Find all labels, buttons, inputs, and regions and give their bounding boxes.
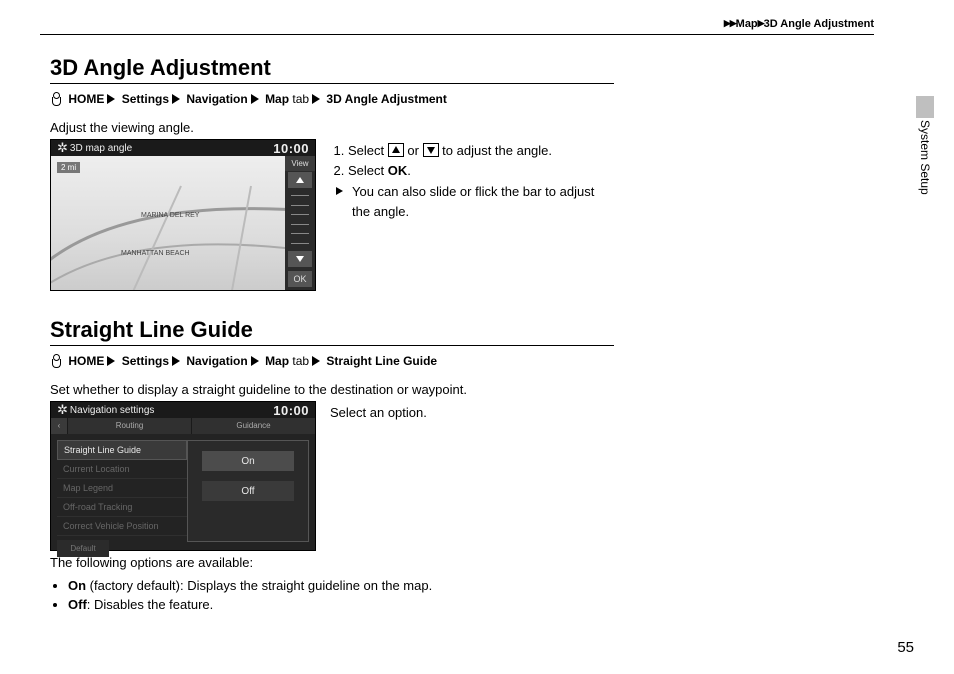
screenshot-title: 3D map angle xyxy=(57,140,132,156)
top-rule xyxy=(40,34,874,35)
map-label-marina: MARINA DEL REY xyxy=(141,212,199,219)
step-2: Select OK. xyxy=(348,161,614,181)
triangle-down-icon xyxy=(423,143,439,157)
view-label: View xyxy=(285,156,315,171)
path-3d-angle: 3D Angle Adjustment xyxy=(326,92,446,106)
angle-slider[interactable] xyxy=(291,191,309,248)
path-settings: Settings xyxy=(122,354,169,368)
ok-button[interactable]: OK xyxy=(288,271,312,287)
select-option-text: Select an option. xyxy=(330,403,427,423)
screenshot-navigation-settings: Navigation settings 10:00 ‹ Routing Guid… xyxy=(50,401,316,551)
path-tab-suffix: tab xyxy=(289,92,309,106)
gear-icon xyxy=(57,405,70,416)
breadcrumb: ▶▶Map▶3D Angle Adjustment xyxy=(40,0,914,34)
heading-3d-angle-adjustment: 3D Angle Adjustment xyxy=(50,55,614,84)
hand-icon xyxy=(50,92,62,106)
nav-path-3d: HOME Settings Navigation Map tab 3D Angl… xyxy=(50,92,614,106)
map-canvas: 2 mi MARINA DEL REY MANHATTAN BEACH xyxy=(51,156,285,290)
heading-straight-line-guide: Straight Line Guide xyxy=(50,317,614,346)
path-sep-icon xyxy=(107,94,115,104)
path-sep-icon xyxy=(251,356,259,366)
options-list: On (factory default): Displays the strai… xyxy=(50,578,614,612)
path-sep-icon xyxy=(251,94,259,104)
option-off-description: Off: Disables the feature. xyxy=(68,597,614,612)
triangle-down-icon xyxy=(296,256,304,262)
default-button[interactable]: Default xyxy=(57,540,109,557)
path-home: HOME xyxy=(68,354,104,368)
triangle-up-icon xyxy=(388,143,404,157)
section-thumb-tab xyxy=(916,96,934,118)
list-item-map-legend[interactable]: Map Legend xyxy=(57,479,187,498)
gear-icon xyxy=(57,143,70,154)
path-tab-suffix: tab xyxy=(289,354,309,368)
screenshot-clock: 10:00 xyxy=(273,141,309,156)
list-item-straight-line-guide[interactable]: Straight Line Guide xyxy=(57,440,187,460)
path-sep-icon xyxy=(172,94,180,104)
option-on[interactable]: On xyxy=(202,451,294,471)
option-popup: On Off xyxy=(187,440,309,542)
option-off[interactable]: Off xyxy=(202,481,294,501)
path-sep-icon xyxy=(312,94,320,104)
tab-guidance[interactable]: Guidance xyxy=(191,418,315,434)
breadcrumb-part2: 3D Angle Adjustment xyxy=(764,18,874,30)
intro-slg: Set whether to display a straight guidel… xyxy=(50,382,614,397)
nav-path-slg: HOME Settings Navigation Map tab Straigh… xyxy=(50,354,614,368)
following-options-text: The following options are available: xyxy=(50,555,614,570)
nav-tabs: ‹ Routing Guidance xyxy=(51,418,315,434)
steps-3d: Select or to adjust the angle. Select OK… xyxy=(330,141,614,221)
path-home: HOME xyxy=(68,92,104,106)
settings-list: Straight Line Guide Current Location Map… xyxy=(57,440,187,557)
angle-sidebar: View OK xyxy=(285,156,315,290)
list-item-offroad-tracking[interactable]: Off-road Tracking xyxy=(57,498,187,517)
breadcrumb-arrows: ▶▶ xyxy=(724,18,736,28)
page-number: 55 xyxy=(897,639,914,656)
hand-icon xyxy=(50,354,62,368)
path-slg: Straight Line Guide xyxy=(326,354,437,368)
screenshot-clock: 10:00 xyxy=(273,403,309,418)
path-sep-icon xyxy=(312,356,320,366)
path-sep-icon xyxy=(172,356,180,366)
section-side-label: System Setup xyxy=(918,120,932,195)
path-settings: Settings xyxy=(122,92,169,106)
angle-up-button[interactable] xyxy=(288,172,312,188)
triangle-up-icon xyxy=(296,177,304,183)
option-on-description: On (factory default): Displays the strai… xyxy=(68,578,614,593)
intro-3d: Adjust the viewing angle. xyxy=(50,120,614,135)
map-label-manhattan: MANHATTAN BEACH xyxy=(121,250,190,257)
angle-down-button[interactable] xyxy=(288,251,312,267)
tab-routing[interactable]: Routing xyxy=(67,418,191,434)
screenshot-3d-map-angle: 3D map angle 10:00 2 mi MARINA DEL REY M… xyxy=(50,139,316,291)
screenshot-title: Navigation settings xyxy=(57,402,154,418)
breadcrumb-part1: Map xyxy=(736,18,758,30)
path-map: Map xyxy=(265,354,289,368)
list-item-correct-vehicle-position[interactable]: Correct Vehicle Position xyxy=(57,517,187,536)
list-item-current-location[interactable]: Current Location xyxy=(57,460,187,479)
back-button[interactable]: ‹ xyxy=(51,418,67,434)
path-navigation: Navigation xyxy=(186,354,247,368)
step-1: Select or to adjust the angle. xyxy=(348,141,614,161)
path-navigation: Navigation xyxy=(186,92,247,106)
path-map: Map xyxy=(265,92,289,106)
step-note: You can also slide or flick the bar to a… xyxy=(352,182,614,221)
path-sep-icon xyxy=(107,356,115,366)
